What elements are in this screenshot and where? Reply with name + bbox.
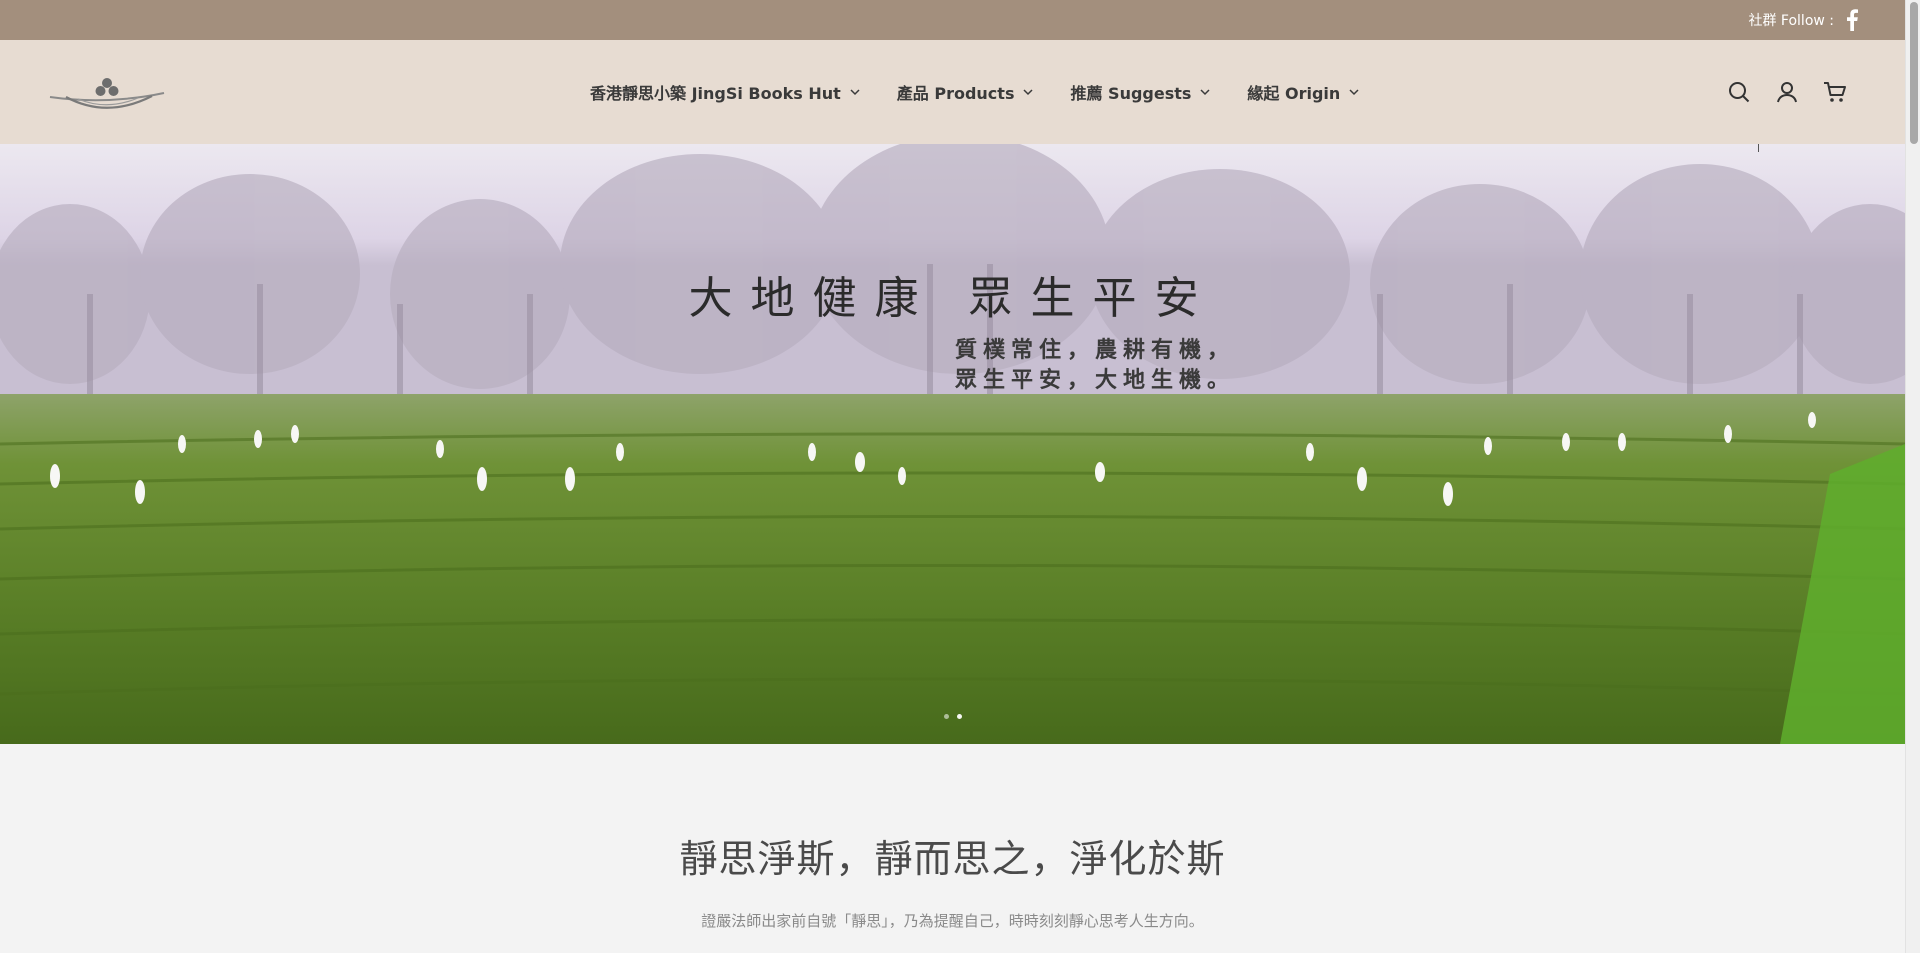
cart-icon[interactable] bbox=[1823, 80, 1847, 104]
nav-item-jingsi-books-hut[interactable]: 香港靜思小築 JingSi Books Hut bbox=[590, 80, 861, 104]
chevron-down-icon bbox=[849, 86, 861, 98]
hero-title: 大地健康 眾生平安 bbox=[688, 273, 1217, 324]
logo[interactable] bbox=[48, 75, 166, 113]
chevron-down-icon bbox=[1348, 86, 1360, 98]
social-follow: 社群 Follow : bbox=[1748, 0, 1860, 40]
main-nav: 香港靜思小築 JingSi Books Hut 產品 Products 推薦 S… bbox=[590, 40, 1360, 144]
nav-item-label: 緣起 Origin bbox=[1247, 84, 1341, 103]
intro-section: 靜思淨斯，靜而思之，淨化於斯 證嚴法師出家前自號「靜思」，乃為提醒自己，時時刻刻… bbox=[0, 744, 1905, 953]
nav-item-suggests[interactable]: 推薦 Suggests bbox=[1070, 80, 1211, 104]
header-actions bbox=[1727, 40, 1847, 144]
tea-field-image bbox=[0, 144, 1905, 744]
scrollbar-thumb[interactable] bbox=[1910, 2, 1918, 144]
intro-text: 證嚴法師出家前自號「靜思」，乃為提醒自己，時時刻刻靜心思考人生方向。 bbox=[701, 912, 1204, 930]
hero-subtitle: 質樸常住，農耕有機， 眾生平安，大地生機。 bbox=[0, 336, 1905, 396]
search-icon[interactable] bbox=[1727, 80, 1751, 104]
jingsi-logo-icon bbox=[49, 78, 165, 109]
chevron-down-icon bbox=[1022, 86, 1034, 98]
hero-divider-tick bbox=[1758, 144, 1759, 152]
nav-item-products[interactable]: 產品 Products bbox=[897, 80, 1035, 104]
site-header: 香港靜思小築 JingSi Books Hut 產品 Products 推薦 S… bbox=[0, 40, 1905, 144]
chevron-down-icon bbox=[1199, 86, 1211, 98]
hero-subtitle-line-2: 眾生平安，大地生機。 bbox=[954, 368, 1235, 393]
nav-item-origin[interactable]: 緣起 Origin bbox=[1247, 80, 1360, 104]
slider-dot[interactable] bbox=[943, 714, 949, 719]
account-icon[interactable] bbox=[1775, 80, 1799, 104]
facebook-icon[interactable] bbox=[1844, 8, 1860, 32]
slider-dots bbox=[0, 714, 1905, 719]
page-scrollbar[interactable] bbox=[1905, 0, 1920, 953]
top-announcement-bar: 社群 Follow : bbox=[0, 0, 1905, 40]
nav-item-label: 產品 Products bbox=[896, 84, 1015, 103]
nav-item-label: 推薦 Suggests bbox=[1070, 84, 1192, 103]
intro-title: 靜思淨斯，靜而思之，淨化於斯 bbox=[679, 837, 1226, 881]
hero-subtitle-line-1: 質樸常住，農耕有機， bbox=[954, 338, 1235, 363]
slider-dot-active[interactable] bbox=[956, 714, 962, 719]
social-follow-label: 社群 Follow : bbox=[1748, 13, 1834, 29]
hero-banner[interactable]: 大地健康 眾生平安 質樸常住，農耕有機， 眾生平安，大地生機。 bbox=[0, 144, 1905, 744]
nav-item-label: 香港靜思小築 JingSi Books Hut bbox=[590, 84, 841, 103]
